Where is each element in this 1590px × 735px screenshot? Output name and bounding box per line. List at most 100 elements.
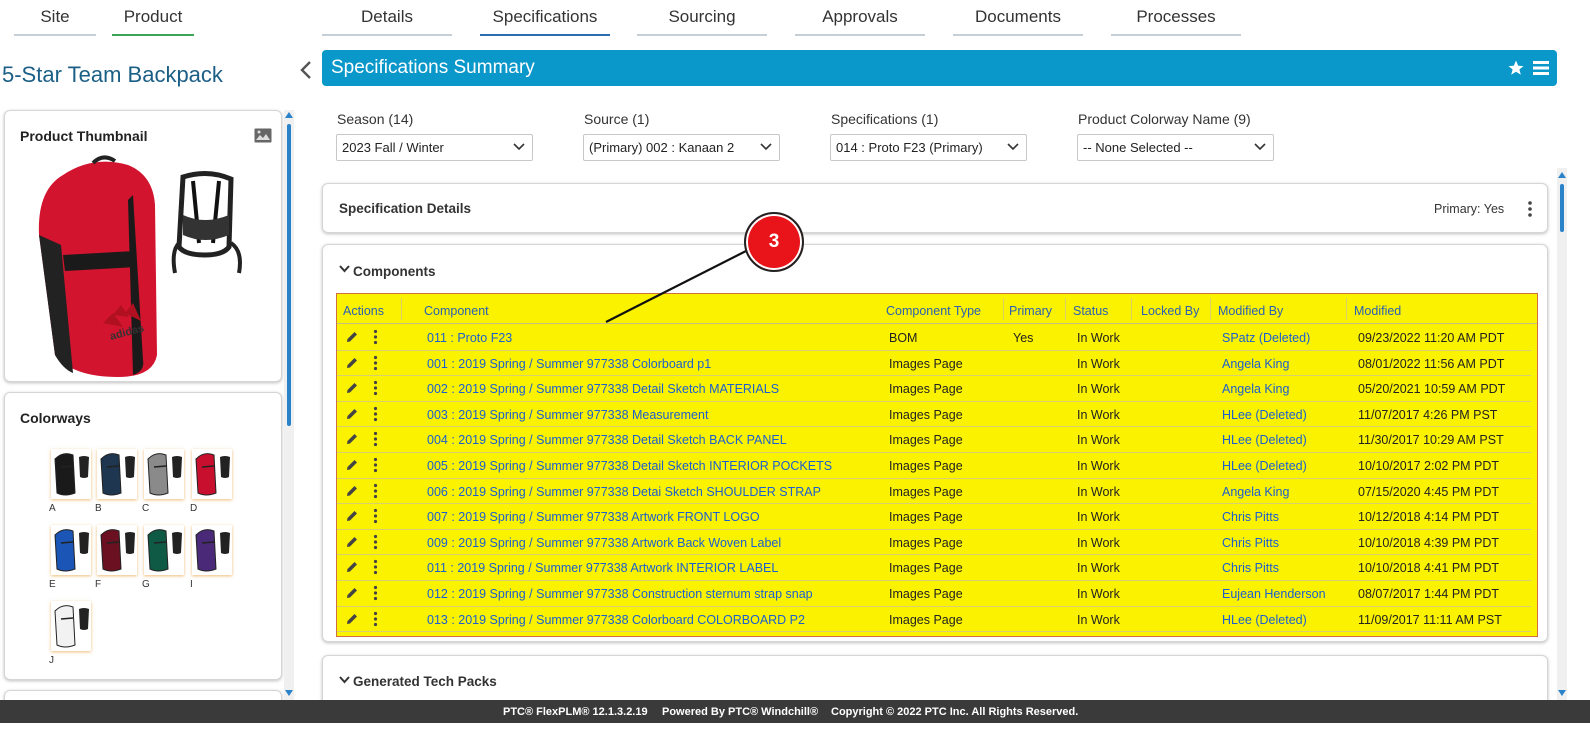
table-row[interactable]: 007 : 2019 Spring / Summer 977338 Artwor… (337, 504, 1531, 530)
edit-pencil-icon[interactable] (345, 560, 359, 574)
menu-hamburger-icon[interactable] (1533, 60, 1549, 76)
edit-pencil-icon[interactable] (345, 330, 359, 344)
modified-by-link[interactable]: Angela King (1222, 485, 1289, 499)
generated-tech-packs-title[interactable]: Generated Tech Packs (353, 674, 497, 689)
tab-processes[interactable]: Processes (1111, 0, 1241, 36)
row-menu-icon[interactable] (373, 585, 378, 601)
col-component[interactable]: Component (424, 304, 489, 318)
col-status[interactable]: Status (1073, 304, 1108, 318)
edit-pencil-icon[interactable] (345, 612, 359, 626)
modified-by-link[interactable]: Chris Pitts (1222, 536, 1279, 550)
colorway-swatch[interactable] (144, 525, 184, 575)
modified-by-link[interactable]: HLee (Deleted) (1222, 613, 1307, 627)
col-modified-by[interactable]: Modified By (1218, 304, 1283, 318)
colorway-swatch[interactable] (97, 449, 137, 499)
component-link[interactable]: 003 : 2019 Spring / Summer 977338 Measur… (427, 408, 708, 422)
season-select[interactable]: 2023 Fall / Winter (336, 134, 533, 161)
modified-by-link[interactable]: Angela King (1222, 357, 1289, 371)
edit-pencil-icon[interactable] (345, 509, 359, 523)
components-title[interactable]: Components (353, 264, 436, 279)
table-row[interactable]: 003 : 2019 Spring / Summer 977338 Measur… (337, 402, 1531, 428)
collapse-panel-chevron-icon[interactable] (298, 58, 314, 82)
edit-pencil-icon[interactable] (345, 484, 359, 498)
left-scrollbar-thumb[interactable] (287, 124, 291, 426)
scroll-down-icon[interactable] (1558, 690, 1566, 696)
component-link[interactable]: 004 : 2019 Spring / Summer 977338 Detail… (427, 433, 787, 447)
edit-pencil-icon[interactable] (345, 407, 359, 421)
col-separator[interactable] (1346, 298, 1347, 320)
table-row[interactable]: 009 : 2019 Spring / Summer 977338 Artwor… (337, 530, 1531, 556)
main-scrollbar-thumb[interactable] (1560, 184, 1564, 232)
tab-specifications[interactable]: Specifications (480, 0, 610, 36)
main-scrollbar[interactable] (1557, 168, 1567, 700)
scroll-up-icon[interactable] (1558, 172, 1566, 178)
row-menu-icon[interactable] (373, 355, 378, 371)
chevron-down-icon[interactable] (339, 676, 350, 684)
tab-sourcing[interactable]: Sourcing (637, 0, 767, 36)
specifications-select[interactable]: 014 : Proto F23 (Primary) (830, 134, 1027, 161)
chevron-down-icon[interactable] (339, 265, 350, 273)
table-row[interactable]: 006 : 2019 Spring / Summer 977338 Detai … (337, 479, 1531, 505)
row-menu-icon[interactable] (373, 559, 378, 575)
col-component-type[interactable]: Component Type (886, 304, 981, 318)
row-menu-icon[interactable] (373, 508, 378, 524)
table-row[interactable]: 011 : Proto F23 BOM Yes In Work SPatz (Delet… (337, 325, 1531, 351)
component-link[interactable]: 011 : Proto F23 (427, 331, 512, 345)
tab-details[interactable]: Details (322, 0, 452, 36)
col-separator[interactable] (1210, 298, 1211, 320)
tab-documents[interactable]: Documents (953, 0, 1083, 36)
component-link[interactable]: 013 : 2019 Spring / Summer 977338 Colorb… (427, 613, 805, 627)
col-separator[interactable] (401, 298, 402, 320)
modified-by-link[interactable]: HLee (Deleted) (1222, 433, 1307, 447)
modified-by-link[interactable]: Angela King (1222, 382, 1289, 396)
table-row[interactable]: 013 : 2019 Spring / Summer 977338 Colorb… (337, 607, 1531, 633)
component-link[interactable]: 012 : 2019 Spring / Summer 977338 Constr… (427, 587, 813, 601)
row-menu-icon[interactable] (373, 431, 378, 447)
modified-by-link[interactable]: HLee (Deleted) (1222, 459, 1307, 473)
table-row[interactable]: 001 : 2019 Spring / Summer 977338 Colorb… (337, 351, 1531, 377)
more-options-icon[interactable] (1527, 200, 1533, 218)
table-row[interactable]: 002 : 2019 Spring / Summer 977338 Detail… (337, 376, 1531, 402)
col-separator[interactable] (1131, 298, 1132, 320)
table-row[interactable]: 004 : 2019 Spring / Summer 977338 Detail… (337, 427, 1531, 453)
colorway-swatch[interactable] (144, 449, 184, 499)
row-menu-icon[interactable] (373, 406, 378, 422)
edit-pencil-icon[interactable] (345, 381, 359, 395)
table-row[interactable]: 012 : 2019 Spring / Summer 977338 Constr… (337, 581, 1531, 607)
edit-pencil-icon[interactable] (345, 535, 359, 549)
scroll-up-icon[interactable] (285, 112, 293, 118)
row-menu-icon[interactable] (373, 534, 378, 550)
edit-pencil-icon[interactable] (345, 432, 359, 446)
nav-site[interactable]: Site (14, 0, 96, 36)
component-link[interactable]: 001 : 2019 Spring / Summer 977338 Colorb… (427, 357, 711, 371)
image-icon[interactable] (254, 128, 272, 148)
favorite-star-icon[interactable] (1507, 59, 1525, 77)
col-separator[interactable] (1065, 298, 1066, 320)
left-scrollbar[interactable] (284, 110, 294, 700)
component-link[interactable]: 011 : 2019 Spring / Summer 977338 Artwor… (427, 561, 778, 575)
colorway-swatch[interactable] (51, 525, 91, 575)
colorway-swatch[interactable] (51, 449, 91, 499)
edit-pencil-icon[interactable] (345, 586, 359, 600)
row-menu-icon[interactable] (373, 483, 378, 499)
tab-approvals[interactable]: Approvals (795, 0, 925, 36)
component-link[interactable]: 002 : 2019 Spring / Summer 977338 Detail… (427, 382, 779, 396)
col-modified[interactable]: Modified (1354, 304, 1401, 318)
table-row[interactable]: 005 : 2019 Spring / Summer 977338 Detail… (337, 453, 1531, 479)
table-row[interactable]: 011 : 2019 Spring / Summer 977338 Artwor… (337, 555, 1531, 581)
colorway-name-select[interactable]: -- None Selected -- (1077, 134, 1274, 161)
modified-by-link[interactable]: HLee (Deleted) (1222, 408, 1307, 422)
edit-pencil-icon[interactable] (345, 356, 359, 370)
component-link[interactable]: 005 : 2019 Spring / Summer 977338 Detail… (427, 459, 832, 473)
col-primary[interactable]: Primary (1009, 304, 1052, 318)
colorway-swatch[interactable] (97, 525, 137, 575)
modified-by-link[interactable]: Chris Pitts (1222, 561, 1279, 575)
row-menu-icon[interactable] (373, 457, 378, 473)
colorway-swatch[interactable] (51, 601, 91, 651)
col-locked-by[interactable]: Locked By (1141, 304, 1199, 318)
component-link[interactable]: 006 : 2019 Spring / Summer 977338 Detai … (427, 485, 821, 499)
col-separator[interactable] (1003, 298, 1004, 320)
col-actions[interactable]: Actions (343, 304, 384, 318)
row-menu-icon[interactable] (373, 329, 378, 345)
colorway-swatch[interactable] (192, 449, 232, 499)
